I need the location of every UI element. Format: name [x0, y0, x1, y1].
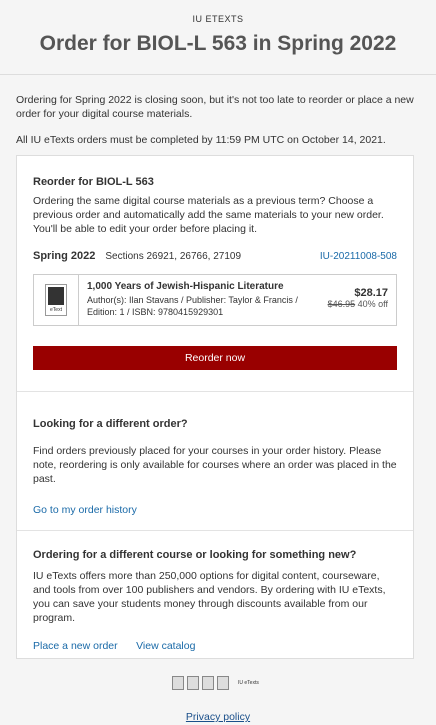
device-icon [172, 676, 184, 690]
reorder-description: Ordering the same digital course materia… [33, 195, 384, 235]
etext-label: eText [50, 307, 62, 313]
different-order-heading: Looking for a different order? [33, 418, 188, 430]
order-history-link[interactable]: Go to my order history [33, 504, 137, 516]
sections-label: Sections 26921, 26766, 27109 [105, 250, 242, 262]
new-course-section: Ordering for a different course or looki… [17, 531, 413, 654]
book-meta: Author(s): Ilan Stavans / Publisher: Tay… [87, 295, 298, 317]
deadline-notice: All IU eTexts orders must be completed b… [16, 134, 386, 146]
different-order-description: Find orders previously placed for your c… [33, 445, 397, 485]
book-info: 1,000 Years of Jewish-Hispanic Literatur… [79, 275, 328, 325]
privacy-footer: Privacy policy [0, 711, 436, 723]
view-catalog-link[interactable]: View catalog [136, 640, 195, 652]
order-card: Reorder for BIOL-L 563 Ordering the same… [16, 155, 414, 659]
discount-label: 40% off [357, 299, 388, 309]
device-icon [202, 676, 214, 690]
email-header: IU ETEXTS Order for BIOL-L 563 in Spring… [0, 0, 436, 56]
original-price: $46.95 [327, 299, 356, 309]
new-course-description: IU eTexts offers more than 250,000 optio… [33, 570, 386, 624]
book-price: $28.17 $46.95 40% off [328, 275, 396, 325]
book-item: eText 1,000 Years of Jewish-Hispanic Lit… [33, 274, 397, 326]
closing-notice: Ordering for Spring 2022 is closing soon… [16, 94, 414, 120]
reorder-now-button[interactable]: Reorder now [33, 346, 397, 370]
header-divider [0, 74, 436, 75]
book-thumbnail: eText [34, 275, 78, 325]
order-id-link[interactable]: IU-20211008-508 [320, 251, 397, 262]
privacy-policy-link[interactable]: Privacy policy [186, 711, 250, 723]
term-label: Spring 2022 [33, 250, 96, 262]
intro-text: Ordering for Spring 2022 is closing soon… [0, 93, 436, 147]
new-course-heading: Ordering for a different course or looki… [33, 549, 357, 561]
page-title: Order for BIOL-L 563 in Spring 2022 [39, 32, 397, 55]
eyebrow-label: IU ETEXTS [192, 14, 244, 24]
previous-order-row: Spring 2022 Sections 26921, 26766, 27109… [33, 250, 397, 262]
reorder-section: Reorder for BIOL-L 563 Ordering the same… [17, 156, 413, 370]
footer-logo-text: IU eTexts [238, 680, 259, 686]
original-price-row: $46.95 40% off [328, 299, 388, 309]
place-new-order-link[interactable]: Place a new order [33, 640, 118, 652]
device-icon [217, 676, 229, 690]
book-cover-icon [48, 287, 64, 305]
different-order-section: Looking for a different order? Find orde… [17, 392, 413, 518]
footer-logos: IU eTexts [172, 674, 262, 692]
book-title: 1,000 Years of Jewish-Hispanic Literatur… [87, 281, 284, 292]
device-icon [187, 676, 199, 690]
sale-price: $28.17 [354, 287, 388, 299]
reorder-heading: Reorder for BIOL-L 563 [33, 176, 154, 188]
